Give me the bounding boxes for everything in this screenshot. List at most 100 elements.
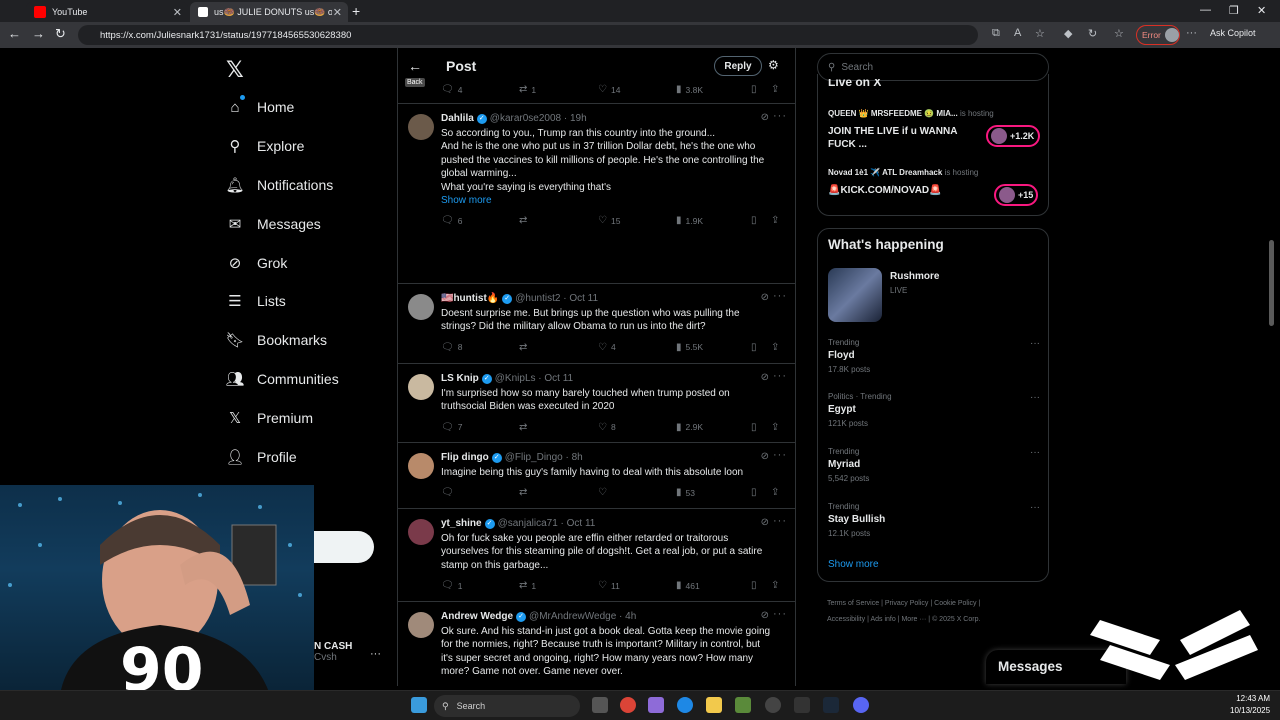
refresh-icon[interactable]: ↻ bbox=[55, 26, 66, 42]
app-icon[interactable] bbox=[735, 697, 751, 713]
author-name[interactable]: Flip dingo bbox=[441, 452, 489, 463]
share-action[interactable]: ⇪ bbox=[771, 215, 783, 226]
new-tab-icon[interactable]: + bbox=[352, 3, 360, 19]
grok-explain-icon[interactable]: ⊘ bbox=[761, 292, 769, 303]
grok-explain-icon[interactable]: ⊘ bbox=[761, 451, 769, 462]
grok-explain-icon[interactable]: ⊘ bbox=[761, 610, 769, 621]
views-action[interactable]: ▮ 1.9K bbox=[676, 215, 703, 226]
avatar[interactable] bbox=[408, 453, 434, 479]
featured-title[interactable]: Rushmore bbox=[890, 271, 939, 282]
avatar[interactable] bbox=[408, 114, 434, 140]
grok-explain-icon[interactable]: ⊘ bbox=[761, 517, 769, 528]
like-action[interactable]: ♡ 15 bbox=[598, 215, 620, 226]
author-name[interactable]: 🇺🇸huntist🔥 bbox=[441, 293, 499, 304]
more-icon[interactable]: ··· bbox=[773, 449, 787, 461]
share-action[interactable]: ⇪ bbox=[771, 342, 783, 353]
footer-link[interactable]: Ads info bbox=[870, 616, 895, 623]
like-action[interactable]: ♡ bbox=[598, 487, 611, 498]
nav-lists[interactable]: ☰ Lists bbox=[226, 292, 286, 310]
share-action[interactable]: ⇪ bbox=[771, 580, 783, 591]
tweet-time[interactable]: Oct 11 bbox=[567, 518, 596, 529]
author-handle[interactable]: @karar0se2008 bbox=[490, 113, 561, 124]
capcut-icon[interactable] bbox=[794, 697, 810, 713]
taskbar-search[interactable]: ⚲ Search bbox=[434, 695, 580, 717]
author-handle[interactable]: @MrAndrewWedge bbox=[529, 611, 616, 622]
nav-premium[interactable]: 𝕏 Premium bbox=[226, 409, 313, 427]
live-listeners-pill[interactable]: +15 bbox=[994, 184, 1038, 206]
close-tab-icon[interactable]: ✕ bbox=[333, 6, 342, 19]
reply-action[interactable]: 🗨︎ 7 bbox=[441, 422, 462, 433]
bookmark-action[interactable]: ▯ bbox=[751, 580, 761, 591]
bookmark-action[interactable]: ▯ bbox=[751, 342, 761, 353]
tweet-time[interactable]: 4h bbox=[625, 611, 636, 622]
repost-action[interactable]: ⇄ 1 bbox=[519, 84, 536, 95]
favorite-star-icon[interactable]: ☆ bbox=[1035, 27, 1045, 40]
restore-icon[interactable]: ❐ bbox=[1229, 4, 1239, 17]
views-action[interactable]: ▮ 2.9K bbox=[676, 422, 703, 433]
live-title[interactable]: 🚨KICK.COM/NOVAD🚨 bbox=[828, 184, 942, 197]
tweet-time[interactable]: Oct 11 bbox=[544, 373, 573, 384]
back-arrow-icon[interactable]: ← bbox=[408, 58, 422, 74]
reply-action[interactable]: 🗨︎ 6 bbox=[441, 215, 462, 226]
nav-communities[interactable]: 👥︎ Communities bbox=[225, 370, 338, 388]
show-more-link[interactable]: Show more bbox=[828, 559, 879, 570]
extension-icon[interactable]: ◆ bbox=[1064, 27, 1072, 40]
trend-item[interactable]: Trending Stay Bullish 12.1K posts ··· bbox=[828, 502, 1040, 538]
live-title[interactable]: JOIN THE LIVE if u WANNA FUCK ... bbox=[828, 125, 957, 151]
chrome-icon[interactable] bbox=[620, 697, 636, 713]
repost-action[interactable]: ⇄ bbox=[519, 487, 531, 498]
back-arrow-icon[interactable]: ← bbox=[8, 26, 21, 41]
author-name[interactable]: Andrew Wedge bbox=[441, 611, 513, 622]
reply-button[interactable]: Reply bbox=[714, 56, 762, 76]
refresh-extension-icon[interactable]: ↻ bbox=[1088, 27, 1097, 40]
share-action[interactable]: ⇪ bbox=[771, 422, 783, 433]
author-handle[interactable]: @sanjalica71 bbox=[498, 518, 558, 529]
tweet[interactable]: yt_shine ✓ @sanjalica71 · Oct 11 ⊘ ··· Oh … bbox=[398, 509, 795, 602]
share-action[interactable]: ⇪ bbox=[771, 84, 783, 95]
more-icon[interactable]: ··· bbox=[773, 515, 787, 527]
author-handle[interactable]: @Flip_Dingo bbox=[505, 452, 563, 463]
system-clock[interactable]: 12:43 AM 10/13/2025 bbox=[1230, 693, 1270, 717]
profile-error-button[interactable]: Error bbox=[1136, 25, 1180, 45]
footer-link[interactable]: More ··· bbox=[901, 616, 926, 623]
like-action[interactable]: ♡ 8 bbox=[598, 422, 616, 433]
tweet-time[interactable]: 19h bbox=[570, 113, 587, 124]
post-button[interactable] bbox=[314, 531, 374, 563]
page-scrollbar[interactable] bbox=[1269, 240, 1274, 326]
author-name[interactable]: yt_shine bbox=[441, 518, 482, 529]
bookmark-action[interactable]: ▯ bbox=[751, 422, 761, 433]
views-action[interactable]: ▮ 5.5K bbox=[676, 342, 703, 353]
steam-icon[interactable] bbox=[823, 697, 839, 713]
show-more-link[interactable]: Show more bbox=[441, 194, 786, 207]
more-icon[interactable]: ··· bbox=[1030, 392, 1040, 403]
app-icon[interactable] bbox=[765, 697, 781, 713]
tweet[interactable]: Andrew Wedge ✓ @MrAndrewWedge · 4h ⊘ ··· O… bbox=[398, 602, 795, 686]
tweet[interactable]: Dahlila ✓ @karar0se2008 · 19h ⊘ ··· So acc… bbox=[398, 104, 795, 284]
reply-action[interactable]: 🗨︎ 1 bbox=[441, 580, 462, 591]
file-explorer-icon[interactable] bbox=[706, 697, 722, 713]
footer-link[interactable]: Privacy Policy bbox=[885, 600, 929, 607]
like-action[interactable]: ♡ 4 bbox=[598, 342, 616, 353]
reply-action[interactable]: 🗨︎ 8 bbox=[441, 342, 462, 353]
discord-icon[interactable] bbox=[853, 697, 869, 713]
like-action[interactable]: ♡ 14 bbox=[598, 84, 620, 95]
more-icon[interactable]: ··· bbox=[773, 110, 787, 122]
more-menu-icon[interactable]: ··· bbox=[1186, 27, 1197, 39]
views-action[interactable]: ▮ 53 bbox=[676, 487, 695, 498]
minimize-icon[interactable]: — bbox=[1200, 4, 1211, 16]
post-timeline[interactable]: ← Back Post Reply ⚙ 🗨︎ 4 ⇄ 1 ♡ 14 ▮ 3.8K ▯ ⇪… bbox=[397, 48, 796, 686]
reply-action[interactable]: 🗨︎ 4 bbox=[441, 84, 462, 95]
more-icon[interactable]: ··· bbox=[1030, 447, 1040, 458]
repost-action[interactable]: ⇄ bbox=[519, 422, 531, 433]
author-name[interactable]: LS Knip bbox=[441, 373, 479, 384]
avatar[interactable] bbox=[408, 374, 434, 400]
task-view-icon[interactable] bbox=[592, 697, 608, 713]
grok-explain-icon[interactable]: ⊘ bbox=[761, 372, 769, 383]
repost-action[interactable]: ⇄ bbox=[519, 342, 531, 353]
more-icon[interactable]: ··· bbox=[1030, 338, 1040, 349]
nav-notifications[interactable]: 🔔︎ Notifications bbox=[225, 176, 333, 194]
share-action[interactable]: ⇪ bbox=[771, 487, 783, 498]
trend-item[interactable]: Politics · Trending Egypt 121K posts ··· bbox=[828, 392, 1040, 428]
close-window-icon[interactable]: ✕ bbox=[1257, 4, 1266, 17]
footer-link[interactable]: Cookie Policy bbox=[934, 600, 976, 607]
